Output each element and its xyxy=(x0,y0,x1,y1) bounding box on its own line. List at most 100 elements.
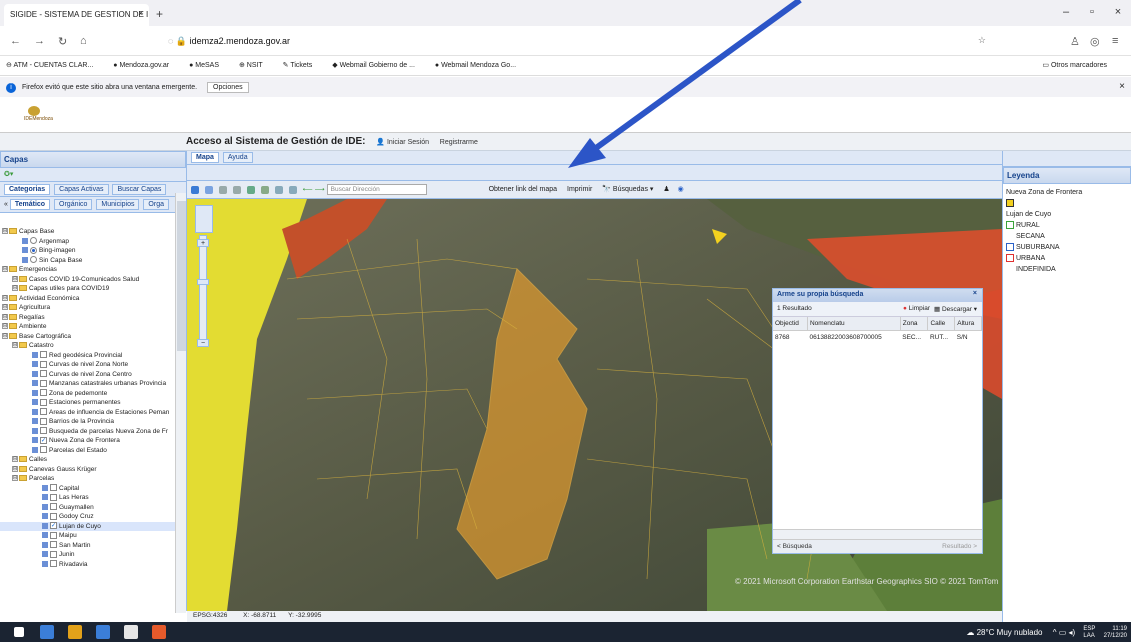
tab-categorias[interactable]: Categorias xyxy=(4,184,51,195)
expand-icon[interactable]: ⊟ xyxy=(2,313,8,320)
close-window-icon[interactable]: × xyxy=(1105,6,1131,18)
register-link[interactable]: Registrarme xyxy=(440,139,478,146)
pan-tool-icon[interactable] xyxy=(204,185,213,194)
bookmark-item[interactable]: ● MeSAS xyxy=(189,62,228,69)
grid-tool-icon[interactable] xyxy=(288,185,297,194)
close-tab-icon[interactable]: × xyxy=(138,9,143,18)
layer-checkbox[interactable] xyxy=(50,512,57,520)
expand-icon[interactable]: ⊟ xyxy=(2,228,8,235)
tree-item[interactable]: ⊟ Base Cartográfica xyxy=(0,332,175,342)
expand-icon[interactable]: ⊟ xyxy=(12,342,18,349)
tree-item[interactable]: ⊟ Capas Base xyxy=(0,227,175,237)
tab-ayuda[interactable]: Ayuda xyxy=(222,152,253,163)
layer-checkbox[interactable] xyxy=(50,531,57,539)
info-tool-icon[interactable] xyxy=(191,185,199,194)
zoom-out-tool-icon[interactable] xyxy=(232,185,241,194)
chrome-icon[interactable] xyxy=(68,625,82,639)
expand-icon[interactable]: ⊟ xyxy=(2,304,8,311)
tray-icons[interactable]: ^ ▭ ◂) xyxy=(1053,628,1075,637)
tree-item[interactable]: Las Heras xyxy=(0,493,175,503)
bookmark-item[interactable]: ◆ Webmail Gobierno de ... xyxy=(332,62,424,69)
layer-checkbox[interactable] xyxy=(40,379,47,387)
tree-item[interactable]: Junin xyxy=(0,550,175,560)
tree-item[interactable]: ⊟ Ambiente xyxy=(0,322,175,332)
weather-text[interactable]: 28°C Muy nublado xyxy=(977,628,1043,637)
explorer-icon[interactable] xyxy=(124,625,138,639)
bookmark-item[interactable]: ● Webmail Mendoza Go... xyxy=(435,62,525,69)
new-tab-button[interactable]: + xyxy=(156,7,163,21)
options-button[interactable]: Opciones xyxy=(207,82,249,93)
print-button[interactable]: Imprimir xyxy=(567,186,592,193)
other-bookmarks[interactable]: ▭ Otros marcadores xyxy=(1042,61,1116,69)
add-layer-icon[interactable]: ✪▾ xyxy=(4,171,13,178)
layer-checkbox[interactable] xyxy=(50,493,57,501)
lang-indicator[interactable]: ESP xyxy=(1083,626,1095,632)
app-icon[interactable] xyxy=(96,625,110,639)
layer-checkbox[interactable] xyxy=(50,560,57,568)
zoom-thumb[interactable] xyxy=(197,279,209,285)
tree-item[interactable]: Argenmap xyxy=(0,237,175,247)
layer-checkbox[interactable] xyxy=(50,484,57,492)
tree-item[interactable]: ⊟ Casos COVID 19-Comunicados Salud xyxy=(0,275,175,285)
tree-item[interactable]: ⊟ Capas utiles para COVID19 xyxy=(0,284,175,294)
close-results-icon[interactable]: × xyxy=(973,290,977,297)
search-address-input[interactable]: Buscar Dirección xyxy=(326,184,427,195)
taskview-icon[interactable] xyxy=(40,625,54,639)
tree-item[interactable]: Rivadavia xyxy=(0,560,175,570)
tree-item[interactable]: ⊟ Actividad Económica xyxy=(0,294,175,304)
tree-item[interactable]: Manzanas catastrales urbanas Provincia xyxy=(0,379,175,389)
home-icon[interactable]: ⌂ xyxy=(80,35,87,47)
tree-item[interactable]: ⊟ Emergencias xyxy=(0,265,175,275)
tree-item[interactable]: ✓ Nueva Zona de Frontera xyxy=(0,436,175,446)
get-map-link-button[interactable]: Obtener link del mapa xyxy=(489,186,557,193)
tree-item[interactable]: Sin Capa Base xyxy=(0,256,175,266)
zoom-slider[interactable] xyxy=(199,235,207,345)
tree-item[interactable]: Maipu xyxy=(0,531,175,541)
layer-checkbox[interactable] xyxy=(40,398,47,406)
layer-checkbox[interactable] xyxy=(50,541,57,549)
back-icon[interactable]: ← xyxy=(10,35,21,47)
layer-checkbox[interactable] xyxy=(40,351,47,359)
forward-icon[interactable]: → xyxy=(34,35,45,47)
tree-item[interactable]: San Martin xyxy=(0,541,175,551)
tree-item[interactable]: Barrios de la Provincia xyxy=(0,417,175,427)
tab-orga[interactable]: Orga xyxy=(143,199,169,210)
layer-checkbox[interactable] xyxy=(40,389,47,397)
account-icon[interactable]: ♙ xyxy=(1070,35,1080,48)
expand-icon[interactable]: ⊟ xyxy=(12,285,18,292)
browser-tab[interactable]: SIGIDE - SISTEMA DE GESTION DE I × xyxy=(4,4,149,26)
layer-checkbox[interactable]: ✓ xyxy=(40,436,47,444)
tab-mapa[interactable]: Mapa xyxy=(191,152,219,163)
tree-item[interactable]: ✓ Lujan de Cuyo xyxy=(0,521,175,531)
tree-item[interactable]: Capital xyxy=(0,484,175,494)
back-to-search-button[interactable]: < Búsqueda xyxy=(777,543,812,550)
address-bar[interactable]: ◌ 🔒 idemza2.mendoza.gov.ar ☆ xyxy=(160,30,990,52)
expand-icon[interactable]: ⊟ xyxy=(12,275,18,282)
login-link[interactable]: 👤 Iniciar Sesión xyxy=(376,139,429,146)
search-results-window[interactable]: Arme su propia búsqueda × 1 Resultado ● … xyxy=(772,288,983,554)
tab-organico[interactable]: Orgánico xyxy=(54,199,93,210)
tree-item[interactable]: ⊟ Agricultura xyxy=(0,303,175,313)
close-notice-icon[interactable]: × xyxy=(1119,81,1125,92)
search-menu-button[interactable]: 🔭 Búsquedas ▾ xyxy=(602,186,653,193)
globe-icon[interactable]: ◉ xyxy=(678,186,684,193)
col-altura[interactable]: Altura xyxy=(954,317,982,331)
col-objectid[interactable]: Objectid xyxy=(773,317,808,331)
col-zona[interactable]: Zona xyxy=(900,317,929,331)
layer-checkbox[interactable] xyxy=(40,427,47,435)
extent-tool-icon[interactable] xyxy=(246,185,255,194)
expand-icon[interactable]: ⊟ xyxy=(2,266,8,273)
tree-item[interactable]: Parcelas del Estado xyxy=(0,446,175,456)
bookmark-item[interactable]: ⊖ ATM - CUENTAS CLAR... xyxy=(6,62,102,69)
layer-checkbox[interactable] xyxy=(40,370,47,378)
scroll-left-icon[interactable]: « xyxy=(4,201,8,208)
bookmark-item[interactable]: ✎ Tickets xyxy=(283,62,322,69)
tree-item[interactable]: ⊟ Canevas Gauss Krüger xyxy=(0,465,175,475)
clear-button[interactable]: ● Limpiar xyxy=(903,305,930,312)
tree-item[interactable]: Zona de pedemonte xyxy=(0,389,175,399)
measure-tool-icon[interactable] xyxy=(260,185,269,194)
layer-checkbox[interactable] xyxy=(40,360,47,368)
select-tool-icon[interactable] xyxy=(274,185,283,194)
tab-capas-activas[interactable]: Capas Activas xyxy=(54,184,109,195)
layer-checkbox[interactable] xyxy=(40,417,47,425)
